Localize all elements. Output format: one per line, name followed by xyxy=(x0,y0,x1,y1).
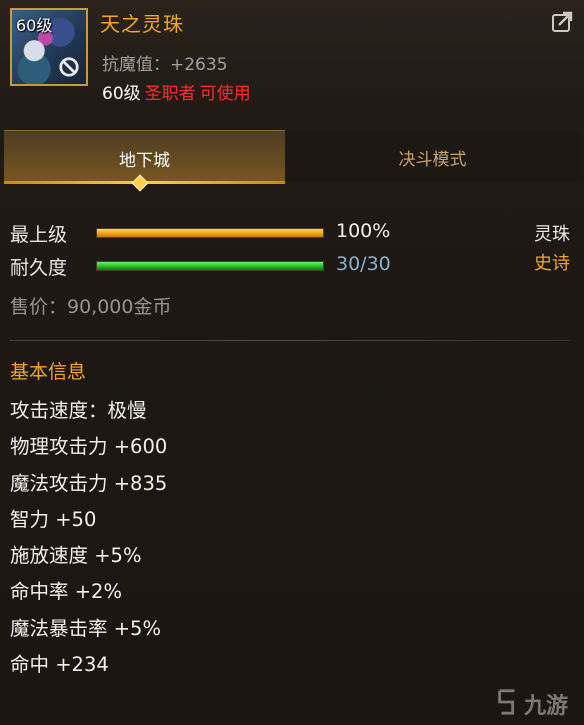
quality-value: 100% xyxy=(336,220,391,242)
share-icon[interactable] xyxy=(550,10,574,34)
forbid-icon xyxy=(59,57,79,77)
sell-price: 售价：90,000金币 xyxy=(10,296,172,318)
item-icon[interactable]: 60级 xyxy=(10,8,88,86)
tab-dungeon[interactable]: 地下城 xyxy=(4,130,285,184)
watermark-logo-icon xyxy=(498,689,515,715)
watermark: 九游 xyxy=(494,685,574,721)
item-header: 60级 天之灵珠 抗魔值：+2635 60级 圣职者 可使用 xyxy=(0,0,584,118)
quality-row: 最上级 100% xyxy=(10,220,570,248)
attribute-item: 施放速度 +5% xyxy=(10,544,142,568)
attribute-item: 魔法暴击率 +5% xyxy=(10,616,161,640)
tab-dungeon-label: 地下城 xyxy=(119,151,170,171)
attribute-item: 命中 +234 xyxy=(10,653,109,677)
item-tooltip-panel: 60级 天之灵珠 抗魔值：+2635 60级 圣职者 可使用 地下城 决斗模式 最上… xyxy=(0,0,584,725)
mode-tabs: 地下城 决斗模式 xyxy=(0,130,584,192)
requirement-usable: 可使用 xyxy=(199,84,251,104)
quality-label: 最上级 xyxy=(10,224,68,246)
durability-bar-fill xyxy=(97,262,323,270)
item-rarity: 史诗 xyxy=(534,253,570,274)
durability-value: 30/30 xyxy=(336,253,391,275)
magic-resist-stat: 抗魔值：+2635 xyxy=(102,55,228,75)
watermark-text: 九游 xyxy=(524,694,569,719)
item-level-badge: 60级 xyxy=(16,16,53,35)
divider xyxy=(10,340,570,341)
attribute-item: 物理攻击力 +600 xyxy=(10,435,168,459)
durability-bar xyxy=(96,261,324,271)
requirement-class: 圣职者 xyxy=(144,84,196,104)
attribute-item: 命中率 +2% xyxy=(10,580,122,604)
requirement-level: 60级 xyxy=(102,84,141,104)
item-type: 灵珠 xyxy=(534,224,570,245)
attribute-item: 魔法攻击力 +835 xyxy=(10,471,168,495)
attribute-item: 智力 +50 xyxy=(10,507,97,531)
requirement-line: 60级 圣职者 可使用 xyxy=(102,79,251,104)
durability-label: 耐久度 xyxy=(10,257,68,279)
durability-row: 耐久度 30/30 xyxy=(10,253,570,281)
section-title-basic-info: 基本信息 xyxy=(10,361,87,383)
item-name: 天之灵珠 xyxy=(100,12,184,36)
tab-duel-mode-label: 决斗模式 xyxy=(398,150,467,170)
tab-duel-mode[interactable]: 决斗模式 xyxy=(285,130,580,182)
attribute-item: 攻击速度：极慢 xyxy=(10,399,147,422)
quality-bar xyxy=(96,228,324,238)
attribute-list: 攻击速度：极慢 物理攻击力 +600 魔法攻击力 +835 智力 +50 施放速… xyxy=(10,397,167,687)
quality-bar-fill xyxy=(97,229,323,237)
